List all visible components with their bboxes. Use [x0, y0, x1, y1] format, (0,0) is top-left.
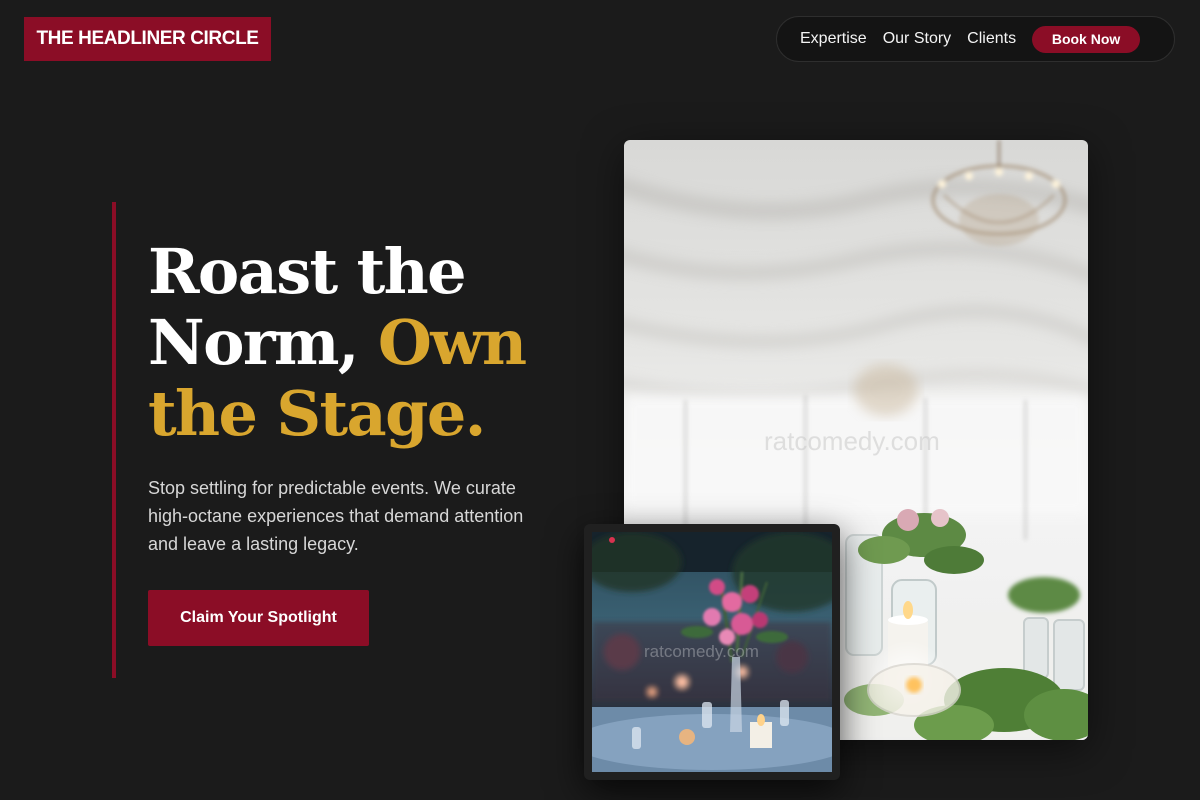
nav-link-expertise[interactable]: Expertise [800, 30, 867, 48]
headline-line-2: Norm, Own [148, 307, 578, 378]
headline-line-1: Roast the [148, 235, 467, 308]
book-now-button[interactable]: Book Now [1032, 25, 1141, 53]
headline-line-3: the Stage. [148, 377, 486, 450]
hero-accent-bar [112, 202, 116, 678]
hero-subtext: Stop settling for predictable events. We… [148, 478, 524, 554]
claim-spotlight-button[interactable]: Claim Your Spotlight [148, 590, 369, 646]
nav-link-our-story[interactable]: Our Story [883, 30, 951, 48]
dark-banquet-image [592, 532, 832, 772]
headline-norm-text: Norm, [148, 306, 378, 379]
headline-own-text: Own [377, 306, 527, 379]
brand-logo[interactable]: THE HEADLINER CIRCLE [24, 17, 271, 61]
main-nav: Expertise Our Story Clients Book Now [776, 16, 1175, 62]
nav-link-clients[interactable]: Clients [967, 30, 1016, 48]
hero-headline: Roast the Norm, Own the Stage. [148, 236, 578, 449]
event-photo-small: ratcomedy.com [592, 532, 832, 772]
